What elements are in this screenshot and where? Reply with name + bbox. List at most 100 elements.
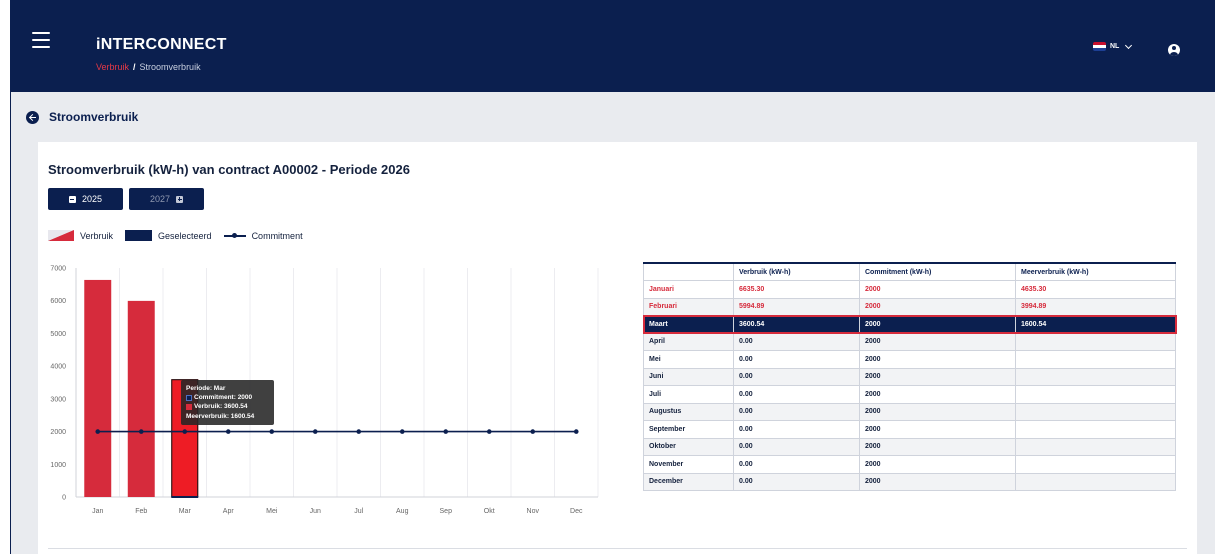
cell-meer <box>1015 332 1176 351</box>
tooltip-commitment-row: Commitment: 2000 <box>186 393 269 402</box>
table-row[interactable]: December 0.00 2000 <box>643 472 1176 491</box>
breadcrumb-stroomverbruik: Stroomverbruik <box>139 62 201 72</box>
cell-verbruik: 0.00 <box>733 472 860 491</box>
cell-commitment: 2000 <box>859 367 1016 386</box>
commitment-point <box>312 429 318 434</box>
cell-month: Augustus <box>643 402 734 421</box>
cell-verbruik: 0.00 <box>733 455 860 474</box>
legend-commitment-label: Commitment <box>251 230 303 241</box>
cell-commitment: 2000 <box>859 420 1016 439</box>
table-row[interactable]: Maart 3600.54 2000 1600.54 <box>642 314 1177 334</box>
table-row[interactable]: September 0.00 2000 <box>643 420 1176 439</box>
breadcrumb: Verbruik / Stroomverbruik <box>96 62 201 72</box>
cell-verbruik: 0.00 <box>733 367 860 386</box>
arrow-left-circle-icon[interactable] <box>26 110 39 124</box>
x-tick-label: Nov <box>527 508 540 515</box>
cell-commitment: 2000 <box>859 332 1016 351</box>
cell-verbruik: 0.00 <box>733 332 860 351</box>
y-tick-label: 3000 <box>50 396 66 403</box>
minus-square-icon <box>68 195 76 203</box>
cell-meer: 4635.30 <box>1015 280 1176 299</box>
commitment-point <box>530 429 536 434</box>
page-header: Stroomverbruik <box>26 110 138 124</box>
table-row[interactable]: Juni 0.00 2000 <box>643 367 1176 386</box>
legend-commitment-swatch <box>223 230 246 241</box>
x-tick-label: Dec <box>570 508 583 515</box>
table-row[interactable]: Oktober 0.00 2000 <box>643 437 1176 456</box>
cell-verbruik: 5994.89 <box>733 297 860 316</box>
table-body: Januari 6635.30 2000 4635.30 Februari 5994.89… <box>642 280 1177 491</box>
table-row[interactable]: Mei 0.00 2000 <box>643 350 1176 369</box>
left-frame <box>0 92 10 554</box>
header-verbruik: Verbruik (kW-h) <box>733 262 860 281</box>
x-tick-label: Jul <box>354 508 363 515</box>
table-row[interactable]: Januari 6635.30 2000 4635.30 <box>643 280 1176 299</box>
y-tick-label: 7000 <box>50 266 66 273</box>
breadcrumb-verbruik[interactable]: Verbruik <box>96 62 129 72</box>
flag-nl-icon <box>1093 42 1106 51</box>
cell-verbruik: 0.00 <box>733 385 860 404</box>
commitment-point <box>399 429 405 434</box>
table-row[interactable]: Februari 5994.89 2000 3994.89 <box>643 297 1176 316</box>
bar[interactable] <box>127 300 155 497</box>
cell-verbruik: 0.00 <box>733 437 860 456</box>
prev-year-label: 2025 <box>81 194 103 204</box>
bar[interactable] <box>84 279 112 497</box>
cell-meer <box>1015 455 1176 474</box>
header-commitment: Commitment (kW-h) <box>859 262 1016 281</box>
cell-month: April <box>643 332 734 351</box>
user-icon[interactable] <box>1168 44 1180 56</box>
top-navbar: iNTERCONNECT Verbruik / Stroomverbruik NL <box>0 0 1215 92</box>
app-title[interactable]: iNTERCONNECT <box>96 36 227 54</box>
cell-month: September <box>643 420 734 439</box>
y-tick-label: 4000 <box>50 364 66 371</box>
cell-month: Juni <box>643 367 734 386</box>
x-tick-label: Jun <box>310 508 321 515</box>
cell-commitment: 2000 <box>859 385 1016 404</box>
menu-icon[interactable] <box>32 32 50 48</box>
cell-meer <box>1015 367 1176 386</box>
table-header-row: Verbruik (kW-h) Commitment (kW-h) Meerve… <box>643 262 1176 281</box>
tooltip-period: Periode: Mar <box>186 385 226 392</box>
y-tick-label: 5000 <box>50 331 66 338</box>
language-label: NL <box>1110 43 1120 50</box>
cell-verbruik: 3600.54 <box>733 315 860 334</box>
cell-meer: 3994.89 <box>1015 297 1176 316</box>
commitment-point <box>95 429 101 434</box>
card-divider <box>48 548 1187 549</box>
next-year-label: 2027 <box>149 194 171 204</box>
cell-meer <box>1015 472 1176 491</box>
table-row[interactable]: April 0.00 2000 <box>643 332 1176 351</box>
table-row[interactable]: Juli 0.00 2000 <box>643 385 1176 404</box>
cell-meer <box>1015 385 1176 404</box>
cell-month: Juli <box>643 385 734 404</box>
x-tick-label: Jan <box>92 508 103 515</box>
tooltip-verbruik-row: Verbruik: 3600.54 <box>186 402 269 411</box>
x-tick-label: Aug <box>396 508 409 515</box>
tooltip-verbruik-swatch <box>186 404 192 410</box>
cell-verbruik: 0.00 <box>733 350 860 369</box>
cell-month: Maart <box>643 315 734 334</box>
cell-meer <box>1015 350 1176 369</box>
commitment-point <box>486 429 492 434</box>
x-tick-label: Feb <box>135 508 147 515</box>
next-year-button[interactable]: 2027 <box>129 188 204 210</box>
plus-square-icon <box>176 195 184 203</box>
consumption-card: Stroomverbruik (kW-h) van contract A0000… <box>38 142 1197 554</box>
table-row[interactable]: November 0.00 2000 <box>643 455 1176 474</box>
language-selector[interactable]: NL <box>1093 41 1133 51</box>
table-row[interactable]: Augustus 0.00 2000 <box>643 402 1176 421</box>
header-meerverbruik: Meerverbruik (kW-h) <box>1015 262 1176 281</box>
x-tick-label: Mar <box>179 508 192 515</box>
consumption-table: Verbruik (kW-h) Commitment (kW-h) Meerve… <box>642 262 1177 491</box>
cell-commitment: 2000 <box>859 280 1016 299</box>
chart-legend: Verbruik Geselecteerd Commitment <box>48 230 315 241</box>
commitment-point <box>269 429 275 434</box>
prev-year-button[interactable]: 2025 <box>48 188 123 210</box>
cell-commitment: 2000 <box>859 402 1016 421</box>
legend-geselecteerd[interactable]: Geselecteerd <box>125 230 212 241</box>
legend-commitment[interactable]: Commitment <box>223 230 303 241</box>
cell-meer <box>1015 420 1176 439</box>
legend-verbruik-swatch <box>48 230 74 241</box>
legend-verbruik[interactable]: Verbruik <box>48 230 113 241</box>
